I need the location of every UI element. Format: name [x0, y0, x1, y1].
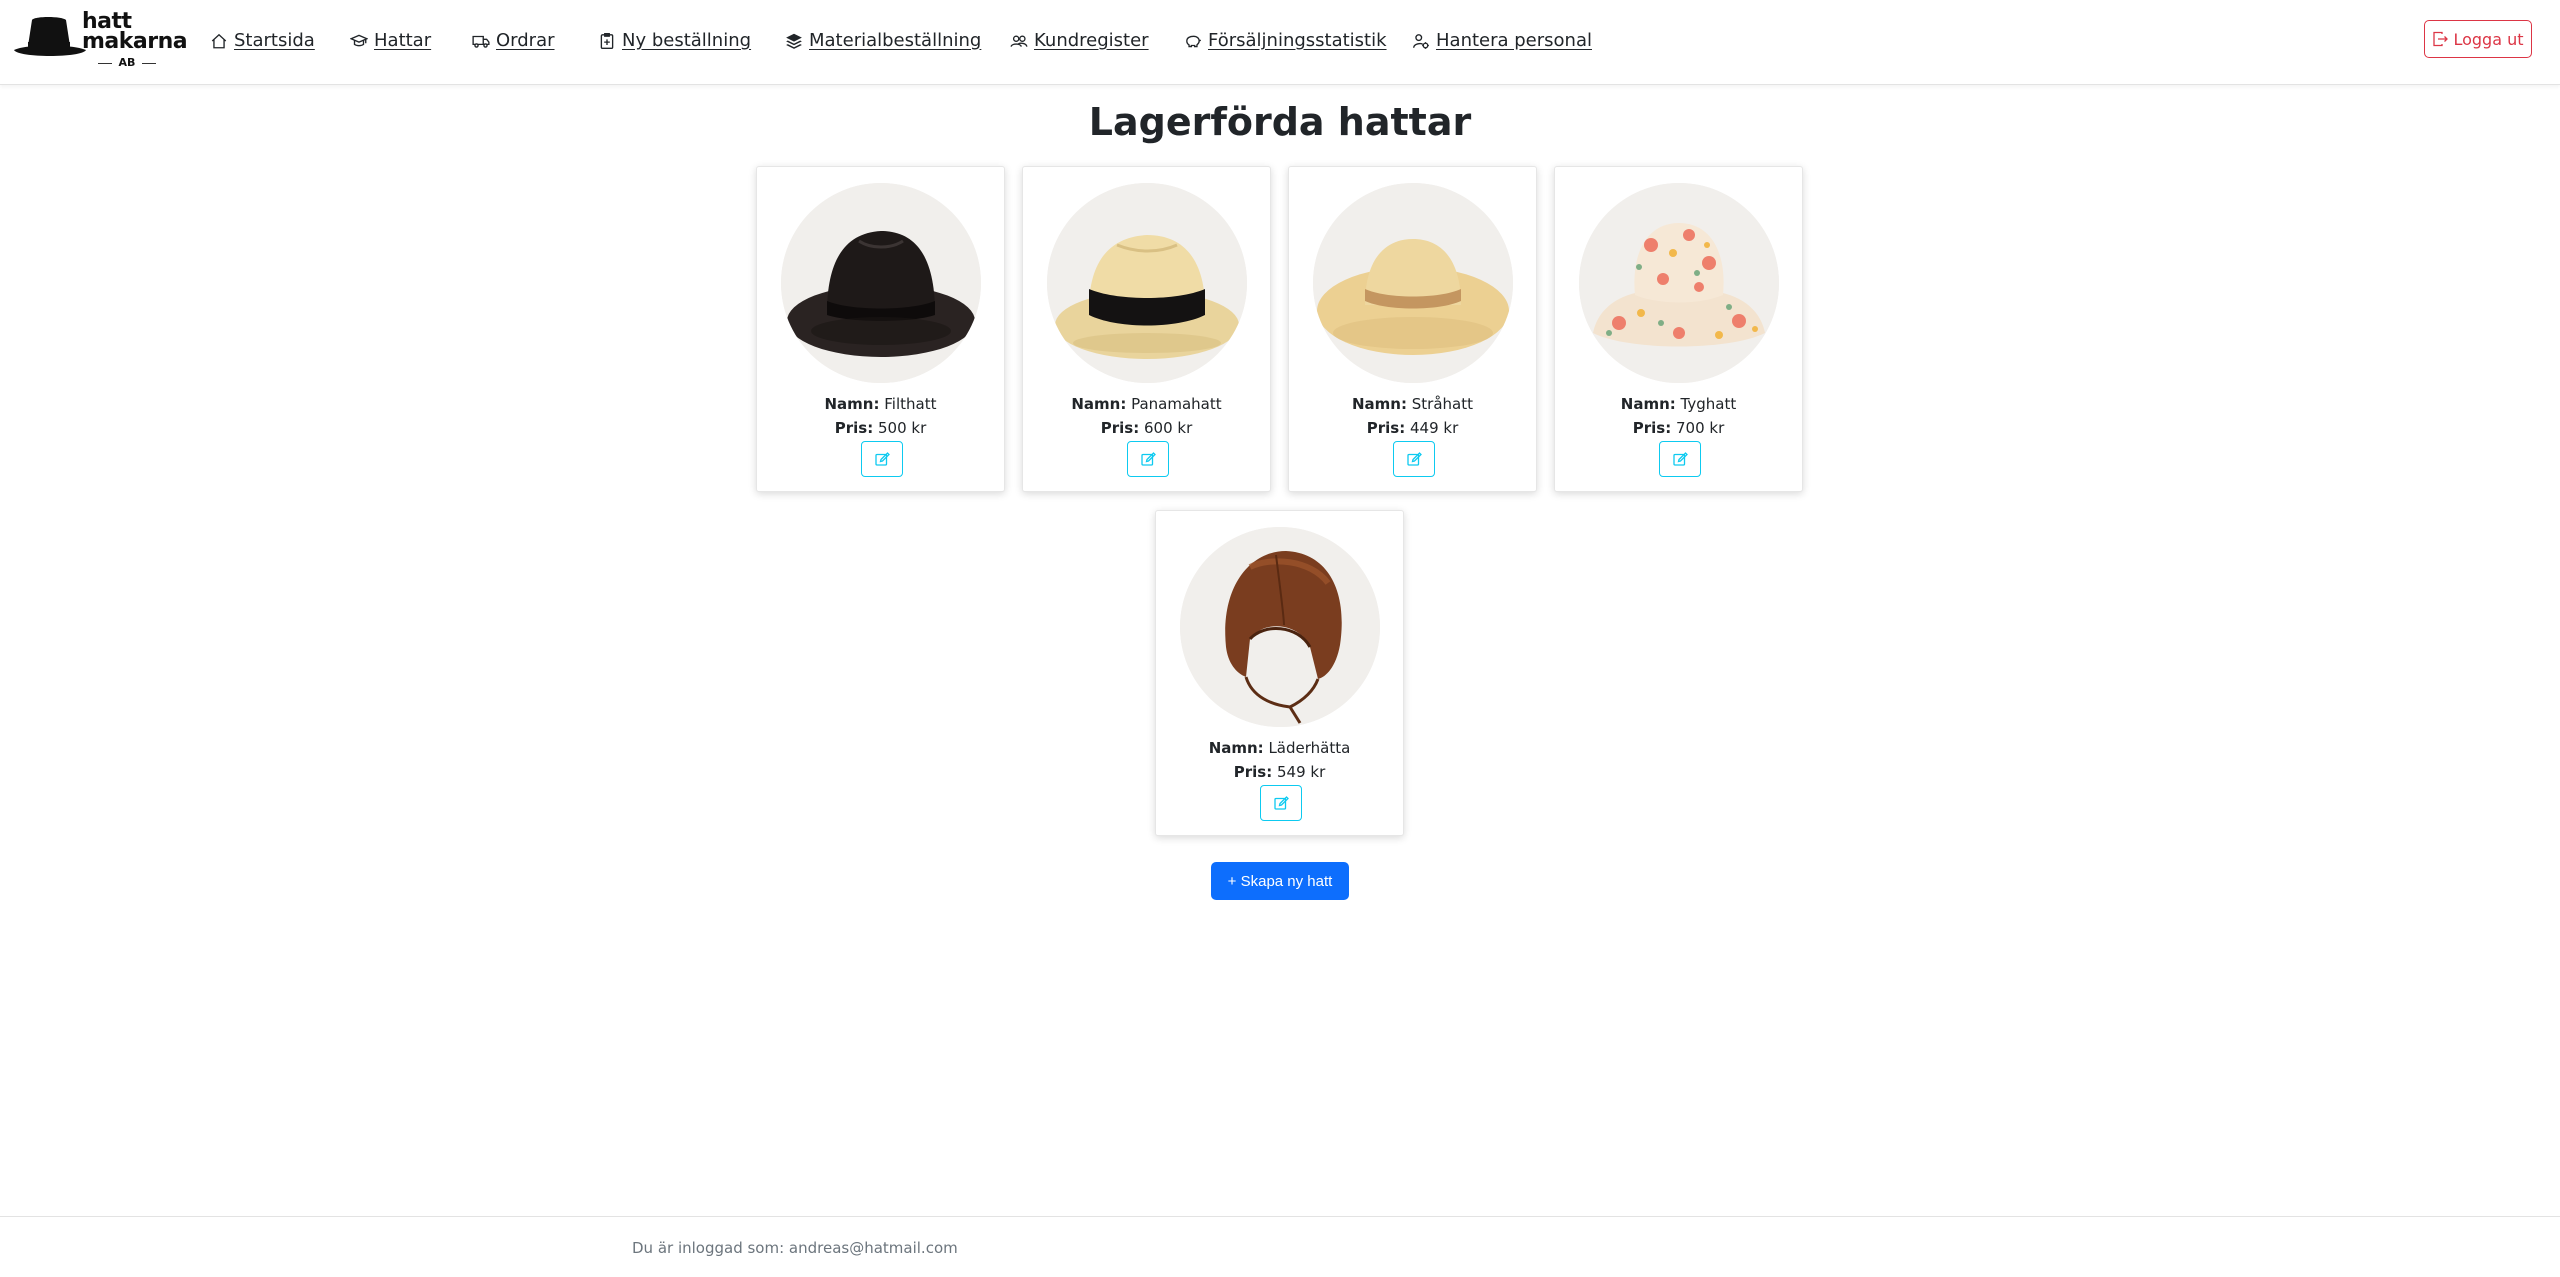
hat-card: Namn: Tyghatt Pris: 700 kr — [1554, 166, 1803, 492]
nav-item-ordrar[interactable]: Ordrar — [472, 30, 555, 51]
hat-name: Namn: Tyghatt — [1620, 395, 1737, 413]
edit-hat-button[interactable] — [1659, 441, 1701, 477]
hat-price: Pris: 549 kr — [1233, 763, 1326, 781]
logout-icon — [2433, 31, 2449, 47]
hat-card: Namn: Stråhatt Pris: 449 kr — [1288, 166, 1537, 492]
edit-hat-button[interactable] — [1393, 441, 1435, 477]
nav-item-forsaljningsstatistik[interactable]: Försäljningsstatistik — [1184, 30, 1387, 51]
clipboard-plus-icon — [600, 32, 614, 49]
edit-icon — [1274, 796, 1289, 810]
hat-image-filthatt — [781, 183, 981, 383]
create-hat-button[interactable]: + Skapa ny hatt — [1211, 862, 1349, 900]
brand-name: hatt makarna — [82, 9, 188, 54]
hat-image-panamahatt — [1047, 183, 1247, 383]
hat-price: Pris: 600 kr — [1100, 419, 1193, 437]
hat-price: Pris: 700 kr — [1632, 419, 1725, 437]
navbar: hatt makarna AB Startsida Hattar Ordrar … — [0, 0, 2560, 85]
page-title: Lagerförda hattar — [1088, 100, 1472, 144]
hat-logo-icon — [14, 17, 86, 56]
truck-icon — [472, 35, 490, 48]
hat-name: Namn: Panamahatt — [1071, 395, 1222, 413]
edit-hat-button[interactable] — [1260, 785, 1302, 821]
hat-name: Namn: Stråhatt — [1352, 395, 1473, 413]
logout-button[interactable]: Logga ut — [2424, 20, 2532, 58]
footer: Du är inloggad som: andreas@hatmail.com — [0, 1216, 2560, 1277]
hat-card: Namn: Filthatt Pris: 500 kr — [756, 166, 1005, 492]
logged-in-user: Du är inloggad som: andreas@hatmail.com — [632, 1239, 958, 1257]
straw-hat-image — [1313, 183, 1513, 383]
graduation-cap-icon — [350, 34, 368, 46]
leather-cap-image — [1180, 527, 1380, 727]
brand-suffix: AB — [94, 56, 160, 69]
nav-item-materialbestallning[interactable]: Materialbeställning — [785, 30, 981, 51]
piggy-bank-icon — [1186, 35, 1201, 47]
edit-icon — [1673, 452, 1688, 466]
nav-item-kundregister[interactable]: Kundregister — [1010, 30, 1149, 51]
hat-price: Pris: 500 kr — [834, 419, 927, 437]
nav-item-ny-bestallning[interactable]: Ny beställning — [598, 30, 751, 51]
edit-hat-button[interactable] — [861, 441, 903, 477]
hat-name: Namn: Läderhätta — [1208, 739, 1351, 757]
hat-image-laderhatta — [1180, 527, 1380, 727]
home-icon — [211, 33, 227, 48]
nav-item-startsida[interactable]: Startsida — [210, 30, 315, 51]
nav-item-hattar[interactable]: Hattar — [350, 30, 431, 51]
hat-price: Pris: 449 kr — [1366, 419, 1459, 437]
hat-card: Namn: Läderhätta Pris: 549 kr — [1155, 510, 1404, 836]
bucket-hat-image — [1579, 183, 1779, 383]
fedora-image — [781, 183, 981, 383]
hat-name: Namn: Filthatt — [824, 395, 937, 413]
panama-hat-image — [1047, 183, 1247, 383]
edit-hat-button[interactable] — [1127, 441, 1169, 477]
edit-icon — [1407, 452, 1422, 466]
brand-logo[interactable]: hatt makarna AB — [12, 11, 188, 72]
hat-image-strahatt — [1313, 183, 1513, 383]
people-icon — [1010, 34, 1028, 47]
layers-icon — [786, 33, 802, 49]
nav-item-hantera-personal[interactable]: Hantera personal — [1412, 30, 1592, 51]
edit-icon — [875, 452, 890, 466]
hat-card: Namn: Panamahatt Pris: 600 kr — [1022, 166, 1271, 492]
edit-icon — [1141, 452, 1156, 466]
person-gear-icon — [1413, 33, 1429, 49]
hat-image-tyghatt — [1579, 183, 1779, 383]
